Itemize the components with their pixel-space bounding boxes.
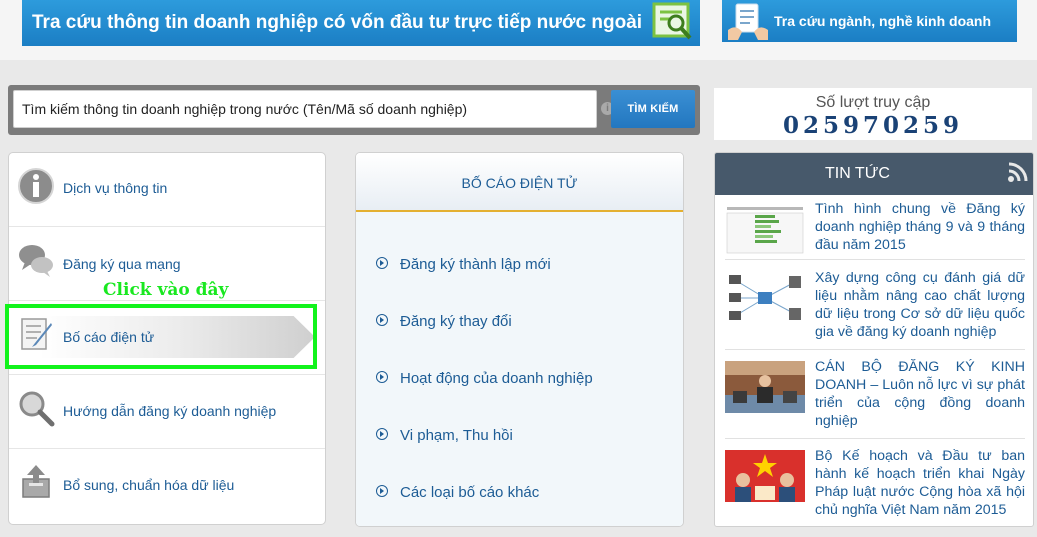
bo-cao-link-khac[interactable]: Các loại bố cáo khác	[376, 484, 539, 501]
news-divider	[725, 349, 1025, 350]
fdi-lookup-banner-label: Tra cứu thông tin doanh nghiệp có vốn đầ…	[32, 12, 643, 33]
visit-counter: Số lượt truy cập 025970259	[714, 88, 1032, 140]
annotation-highlight-box	[5, 304, 317, 369]
menu-item-label: Dịch vụ thông tin	[63, 180, 168, 196]
news-item[interactable]: Tình hình chung về Đăng ký doanh nghiệp …	[725, 200, 1025, 255]
news-thumbnail-network	[725, 272, 805, 324]
upload-box-icon	[22, 465, 50, 498]
menu-item-huong-dan-dang-ky[interactable]: Hướng dẫn đăng ký doanh nghiệp	[9, 375, 325, 449]
news-thumbnail-poster	[725, 450, 805, 502]
bo-cao-list: Đăng ký thành lập mới Đăng ký thay đổi H…	[356, 212, 683, 526]
circle-arrow-icon	[376, 485, 388, 497]
hands-document-icon	[728, 3, 768, 40]
news-title: TIN TỨC	[825, 165, 890, 182]
annotation-click-here: Click vào đây	[103, 280, 229, 300]
news-thumbnail-photo	[725, 361, 805, 413]
news-item[interactable]: Xây dựng công cụ đánh giá dữ liệu nhằm n…	[725, 269, 1025, 341]
fdi-lookup-banner[interactable]: Tra cứu thông tin doanh nghiệp có vốn đầ…	[22, 0, 700, 46]
news-item[interactable]: Bộ Kế hoạch và Đầu tư ban hành kế hoạch …	[725, 447, 1025, 519]
visit-counter-label: Số lượt truy cập	[815, 94, 931, 111]
bo-cao-panel-title: BỐ CÁO ĐIỆN TỬ	[461, 175, 578, 191]
bo-cao-panel-header: BỐ CÁO ĐIỆN TỬ	[356, 153, 683, 212]
search-button[interactable]: TÌM KIẾM	[611, 90, 695, 128]
bo-cao-link-thanh-lap-moi[interactable]: Đăng ký thành lập mới	[376, 256, 551, 273]
document-search-icon	[652, 2, 692, 40]
menu-item-label: Bổ sung, chuẩn hóa dữ liệu	[63, 477, 235, 493]
menu-item-label: Hướng dẫn đăng ký doanh nghiệp	[63, 403, 277, 419]
info-icon	[18, 168, 54, 204]
menu-item-label: Đăng ký qua mạng	[63, 256, 181, 272]
magnifier-icon	[19, 391, 55, 427]
bo-cao-link-vi-pham[interactable]: Vi phạm, Thu hồi	[376, 427, 513, 444]
bo-cao-link-thay-doi[interactable]: Đăng ký thay đổi	[376, 313, 512, 330]
enterprise-search-input[interactable]	[13, 90, 597, 128]
news-divider	[725, 259, 1025, 260]
rss-icon[interactable]	[1007, 161, 1029, 183]
news-divider	[725, 438, 1025, 439]
circle-arrow-icon	[376, 257, 388, 269]
bo-cao-link-hoat-dong[interactable]: Hoạt động của doanh nghiệp	[376, 370, 593, 387]
circle-arrow-icon	[376, 428, 388, 440]
menu-item-dich-vu-thong-tin[interactable]: Dịch vụ thông tin	[9, 153, 325, 227]
circle-arrow-icon	[376, 314, 388, 326]
chat-bubbles-icon	[19, 245, 53, 277]
news-thumbnail-table	[725, 203, 805, 255]
menu-item-bo-sung-du-lieu[interactable]: Bổ sung, chuẩn hóa dữ liệu	[9, 449, 325, 523]
news-panel: TIN TỨC Tình hình chung về Đăng ký doanh…	[714, 152, 1034, 527]
news-item[interactable]: CÁN BỘ ĐĂNG KÝ KINH DOANH – Luôn nỗ lực …	[725, 358, 1025, 430]
circle-arrow-icon	[376, 371, 388, 383]
visit-counter-value: 025970259	[782, 112, 964, 139]
bo-cao-panel: BỐ CÁO ĐIỆN TỬ Đăng ký thành lập mới Đăn…	[355, 152, 684, 527]
enterprise-search-bar: i TÌM KIẾM	[8, 85, 700, 135]
news-header: TIN TỨC	[715, 153, 1033, 195]
industry-lookup-banner[interactable]: Tra cứu ngành, nghề kinh doanh	[722, 0, 1017, 42]
